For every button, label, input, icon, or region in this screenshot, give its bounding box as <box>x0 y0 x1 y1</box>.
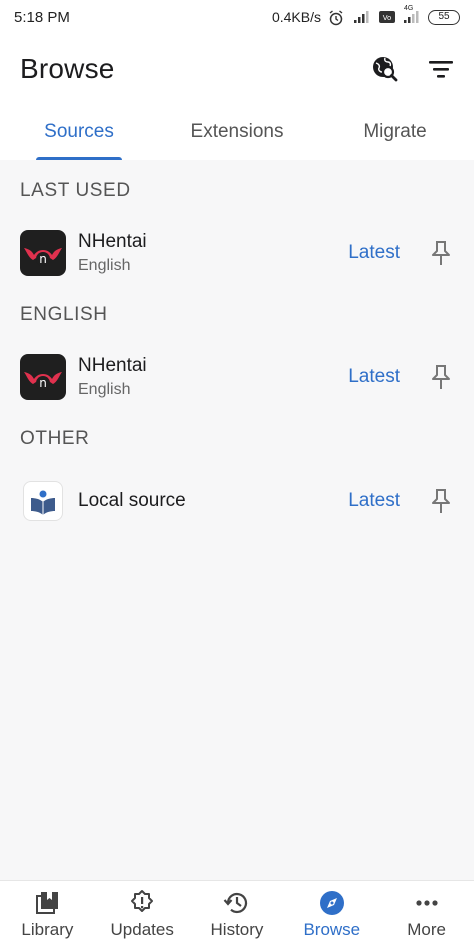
source-name: Local source <box>78 490 186 511</box>
source-name: NHentai <box>78 355 147 376</box>
global-search-button[interactable] <box>370 54 400 84</box>
pin-icon <box>432 489 450 513</box>
source-row-local-source[interactable]: Local source Latest <box>0 470 474 532</box>
network-speed: 0.4KB/s <box>271 9 321 25</box>
svg-text:Vo: Vo <box>383 14 392 22</box>
signal-4g-icon: 4G <box>403 5 421 24</box>
volte-icon: Vo <box>378 10 396 24</box>
section-header-english: ENGLISH <box>20 304 108 325</box>
nav-library-label: Library <box>21 920 74 939</box>
latest-button[interactable]: Latest <box>348 490 400 512</box>
tab-bar: Sources Extensions Migrate <box>0 104 474 160</box>
alarm-icon <box>328 10 346 26</box>
nav-library[interactable]: Library <box>0 881 95 948</box>
updates-icon <box>128 889 156 917</box>
pin-button[interactable] <box>428 362 454 392</box>
nhentai-logo-icon: n <box>20 230 66 276</box>
pin-button[interactable] <box>428 486 454 516</box>
source-text: Local source <box>78 490 348 512</box>
latest-button[interactable]: Latest <box>348 366 400 388</box>
compass-icon <box>318 889 346 917</box>
tab-sources-label: Sources <box>44 121 114 142</box>
section-header-other: OTHER <box>20 428 90 449</box>
tab-sources[interactable]: Sources <box>0 104 158 160</box>
nav-more[interactable]: More <box>379 881 474 948</box>
local-source-book-icon <box>23 481 63 521</box>
source-name: NHentai <box>78 231 147 252</box>
tab-migrate-label: Migrate <box>363 121 427 142</box>
header-actions <box>370 54 456 84</box>
source-row-nhentai-last-used[interactable]: n NHentai English Latest <box>0 222 474 284</box>
nav-more-label: More <box>407 920 446 939</box>
library-icon <box>33 889 61 917</box>
section-header-last-used: LAST USED <box>20 180 131 201</box>
more-icon <box>413 889 441 917</box>
pin-icon <box>432 365 450 389</box>
battery-indicator: 55 <box>428 9 460 25</box>
history-icon <box>223 889 251 917</box>
source-row-nhentai-english[interactable]: n NHentai English Latest <box>0 346 474 408</box>
tab-migrate[interactable]: Migrate <box>316 104 474 160</box>
latest-button[interactable]: Latest <box>348 242 400 264</box>
source-language: English <box>78 257 131 274</box>
nhentai-logo-icon: n <box>20 354 66 400</box>
nav-history[interactable]: History <box>190 881 285 948</box>
source-text: NHentai English <box>78 231 348 275</box>
signal-icon <box>353 10 371 24</box>
svg-text:n: n <box>39 252 47 266</box>
bottom-navigation: Library Updates History Browse More <box>0 880 474 948</box>
page-title: Browse <box>20 53 115 84</box>
source-text: NHentai English <box>78 355 348 399</box>
tab-extensions-label: Extensions <box>190 121 284 142</box>
pin-button[interactable] <box>428 238 454 268</box>
nav-updates[interactable]: Updates <box>95 881 190 948</box>
nav-browse-label: Browse <box>303 920 361 939</box>
status-indicators: 0.4KB/s Vo 4G 55 <box>271 5 460 26</box>
tab-extensions[interactable]: Extensions <box>158 104 316 160</box>
source-language: English <box>78 381 131 398</box>
svg-text:n: n <box>39 376 47 390</box>
app-header: Browse <box>0 34 474 104</box>
nav-updates-label: Updates <box>110 920 174 939</box>
status-time: 5:18 PM <box>14 8 70 26</box>
status-bar: 5:18 PM 0.4KB/s Vo 4G 55 <box>0 0 474 34</box>
network-badge: 4G <box>404 5 414 12</box>
globe-search-icon <box>373 57 398 82</box>
filter-button[interactable] <box>426 54 456 84</box>
nav-history-label: History <box>210 920 264 939</box>
nav-browse[interactable]: Browse <box>284 881 379 948</box>
sources-list: LAST USED n NHentai English Latest ENGLI… <box>0 160 474 880</box>
filter-icon <box>429 61 453 78</box>
pin-icon <box>432 241 450 265</box>
